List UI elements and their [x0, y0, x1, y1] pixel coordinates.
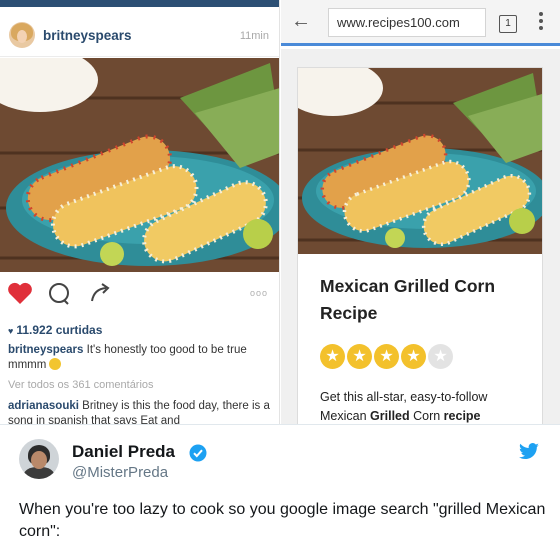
tweet-text: When you're too lazy to cook so you goog…: [19, 501, 546, 538]
page-content: Mexican Grilled Corn Recipe Get this all…: [281, 49, 560, 424]
tweet-author-name[interactable]: Daniel Preda: [72, 442, 175, 462]
caption-username[interactable]: britneyspears: [8, 344, 83, 356]
view-all-comments-link[interactable]: Ver todos os 361 comentários: [8, 379, 154, 391]
star-filled-icon: [347, 344, 372, 369]
address-bar[interactable]: www.recipes100.com: [328, 8, 486, 37]
post-caption: britneyspears It's honestly too good to …: [8, 344, 247, 371]
heart-small-icon: ♥: [8, 326, 14, 336]
comment-icon[interactable]: [47, 282, 71, 311]
back-arrow-icon[interactable]: ←: [291, 10, 311, 33]
post-actions: ooo: [0, 278, 279, 311]
more-options-icon[interactable]: ooo: [250, 288, 268, 298]
heart-icon[interactable]: [7, 281, 33, 310]
post-photo[interactable]: [0, 58, 279, 272]
twitter-bird-icon[interactable]: [518, 443, 540, 466]
avatar[interactable]: [19, 439, 59, 479]
recipe-description: Get this all-star, easy-to-follow Mexica…: [320, 390, 488, 423]
browser-toolbar: ← www.recipes100.com 1: [281, 0, 560, 46]
rating-stars: [320, 344, 455, 370]
comment-username[interactable]: adrianasouki: [8, 400, 79, 412]
browser-window: ← www.recipes100.com 1 Mexican Grilled C…: [281, 0, 560, 424]
post-time: 11min: [239, 30, 269, 42]
share-icon[interactable]: [89, 281, 113, 310]
star-empty-icon: [428, 344, 453, 369]
post-header: britneyspears 11min: [0, 7, 279, 57]
star-filled-icon: [320, 344, 345, 369]
recipe-photo[interactable]: [298, 68, 542, 254]
overflow-menu-icon[interactable]: [539, 12, 543, 33]
verified-badge-icon: [189, 444, 207, 467]
tweet: Daniel Preda @MisterPreda When you're to…: [0, 424, 560, 538]
recipe-card: Mexican Grilled Corn Recipe Get this all…: [297, 67, 543, 424]
likes-count[interactable]: ♥ 11.922 curtidas: [8, 323, 102, 337]
post-username[interactable]: britneyspears: [43, 28, 132, 43]
comment-item: adrianasouki Britney is this the food da…: [8, 400, 270, 424]
smile-emoji-icon: [49, 358, 62, 370]
recipe-title: Mexican Grilled Corn Recipe: [320, 276, 496, 323]
star-filled-icon: [401, 344, 426, 369]
instagram-post: britneyspears 11min ooo ♥ 11.922 curtida…: [0, 0, 280, 424]
tab-switcher-button[interactable]: 1: [499, 15, 517, 33]
star-filled-icon: [374, 344, 399, 369]
tweet-author-handle[interactable]: @MisterPreda: [72, 464, 168, 481]
avatar[interactable]: [9, 22, 35, 48]
status-bar: [0, 0, 279, 7]
